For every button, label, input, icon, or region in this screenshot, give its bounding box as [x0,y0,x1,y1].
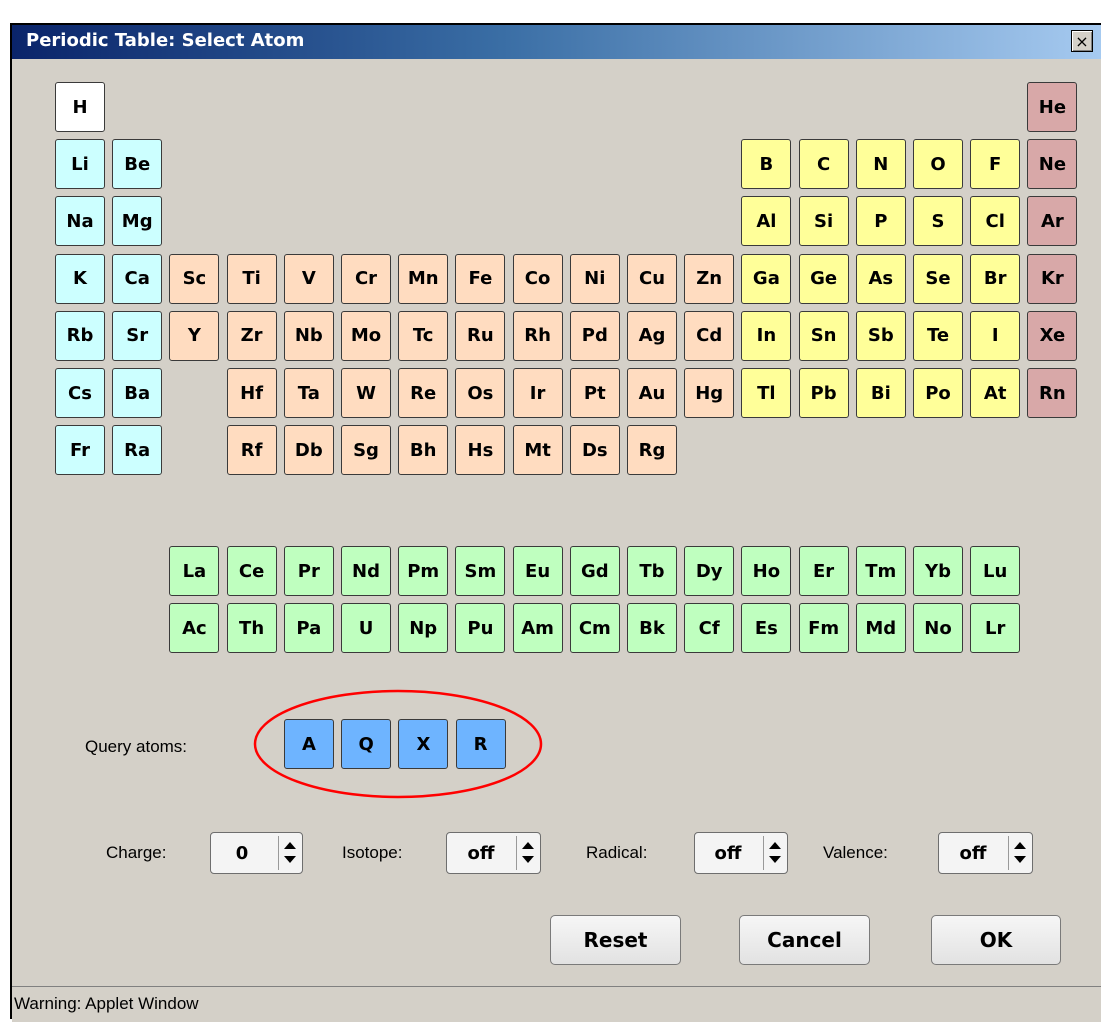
radical-value: off [714,842,742,864]
isotope-spinner[interactable]: off [446,832,541,874]
reset-button[interactable]: Reset [550,915,681,965]
spinner-arrows-icon[interactable] [763,836,784,870]
spinner-arrows-icon[interactable] [278,836,299,870]
spinner-arrows-icon[interactable] [516,836,537,870]
isotope-value: off [467,842,495,864]
valence-label: Valence: [823,843,888,862]
charge-spinner[interactable]: 0 [210,832,303,874]
valence-spinner[interactable]: off [938,832,1033,874]
periodic-table-dialog: Periodic Table: Select Atom × H He Li Be B C N… [10,23,1101,1022]
charge-label: Charge: [106,843,167,862]
cancel-button[interactable]: Cancel [739,915,870,965]
charge-value: 0 [235,842,249,864]
ok-button[interactable]: OK [931,915,1061,965]
status-bar: Warning: Applet Window [12,986,1101,1022]
valence-value: off [959,842,987,864]
radical-spinner[interactable]: off [694,832,788,874]
isotope-label: Isotope: [342,843,403,862]
spinner-arrows-icon[interactable] [1008,836,1029,870]
radical-label: Radical: [586,843,648,862]
annotation-ellipse [253,689,543,799]
status-text: Warning: Applet Window [14,994,199,1013]
